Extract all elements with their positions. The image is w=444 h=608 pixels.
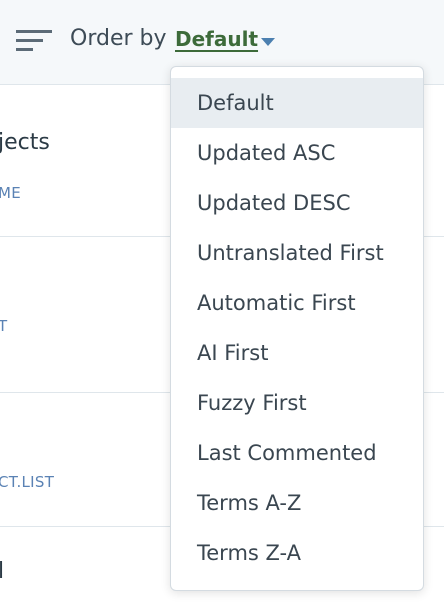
- menu-item-updated-asc[interactable]: Updated ASC: [171, 128, 423, 178]
- row-subtitle: ME: [0, 184, 22, 202]
- caret-down-icon[interactable]: [261, 38, 275, 46]
- order-by-selector[interactable]: Default: [175, 27, 258, 51]
- sort-lines-icon[interactable]: [16, 28, 52, 54]
- menu-item-terms-a-z[interactable]: Terms A-Z: [171, 478, 423, 528]
- order-by-label: Order by: [70, 26, 167, 51]
- row-title: l: [0, 559, 5, 584]
- menu-item-automatic-first[interactable]: Automatic First: [171, 278, 423, 328]
- menu-item-fuzzy-first[interactable]: Fuzzy First: [171, 378, 423, 428]
- menu-item-untranslated-first[interactable]: Untranslated First: [171, 228, 423, 278]
- order-by-dropdown-menu: Default Updated ASC Updated DESC Untrans…: [170, 66, 424, 591]
- row-subtitle: CT.LIST: [0, 473, 55, 491]
- menu-item-ai-first[interactable]: AI First: [171, 328, 423, 378]
- row-title: jects: [0, 130, 50, 155]
- menu-item-updated-desc[interactable]: Updated DESC: [171, 178, 423, 228]
- row-subtitle: T: [0, 317, 8, 335]
- menu-item-terms-z-a[interactable]: Terms Z-A: [171, 528, 423, 578]
- menu-item-default[interactable]: Default: [171, 78, 423, 128]
- menu-item-last-commented[interactable]: Last Commented: [171, 428, 423, 478]
